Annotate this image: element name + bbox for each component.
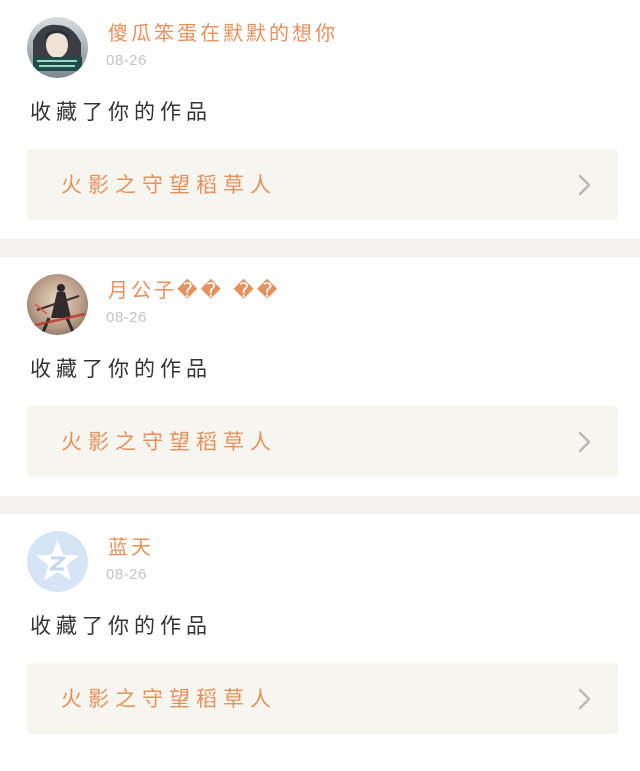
item-separator [0,496,640,514]
work-title: 火影之守望稻草人 [61,687,277,711]
default-qq-avatar-icon [27,531,88,592]
item-separator [0,239,640,257]
work-title: 火影之守望稻草人 [61,173,277,197]
user-avatar[interactable] [27,531,88,592]
feed-item: 月公子�� �� 08-26 收藏了你的作品 火影之守望稻草人 [0,257,640,496]
chevron-right-icon [578,688,591,710]
post-date: 08-26 [106,52,147,69]
user-avatar[interactable] [27,274,88,335]
feed-item: 蓝天 08-26 收藏了你的作品 火影之守望稻草人 [0,514,640,753]
work-title: 火影之守望稻草人 [61,430,277,454]
work-link-card[interactable]: 火影之守望稻草人 [27,663,618,734]
chevron-right-icon [578,431,591,453]
post-date: 08-26 [106,566,147,583]
chevron-right-icon [578,174,591,196]
action-text: 收藏了你的作品 [30,614,212,638]
username[interactable]: 傻瓜笨蛋在默默的想你 [108,17,338,46]
action-text: 收藏了你的作品 [30,357,212,381]
user-avatar[interactable] [27,17,88,78]
work-link-card[interactable]: 火影之守望稻草人 [27,149,618,220]
post-date: 08-26 [106,309,147,326]
activity-feed: 傻瓜笨蛋在默默的想你 08-26 收藏了你的作品 火影之守望稻草人 月公子�� … [0,0,640,753]
action-text: 收藏了你的作品 [30,100,212,124]
feed-item: 傻瓜笨蛋在默默的想你 08-26 收藏了你的作品 火影之守望稻草人 [0,0,640,239]
username[interactable]: 蓝天 [108,531,154,560]
username[interactable]: 月公子�� �� [108,274,280,303]
warrior-art-avatar-icon [27,274,88,335]
work-link-card[interactable]: 火影之守望稻草人 [27,406,618,477]
girl-photo-avatar-icon [27,17,88,78]
